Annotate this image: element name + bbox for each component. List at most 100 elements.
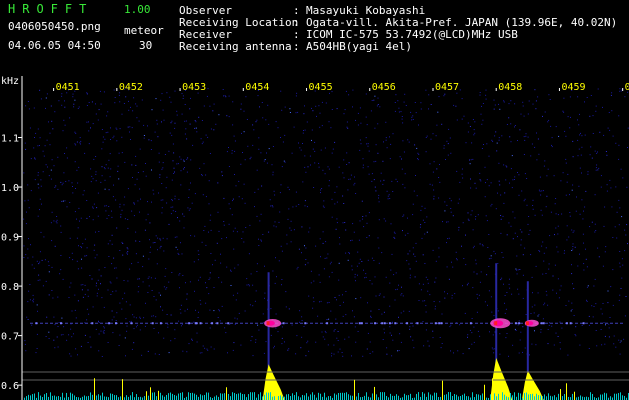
noise-speck (64, 100, 65, 102)
baseline-bar (34, 393, 35, 400)
noise-speck (321, 188, 323, 189)
noise-speck (450, 152, 452, 154)
noise-speck (141, 354, 143, 356)
baseline-bar (334, 393, 335, 400)
noise-speck (86, 319, 88, 321)
noise-speck (151, 315, 153, 317)
noise-speck (166, 176, 168, 178)
noise-speck (70, 328, 72, 330)
noise-speck (422, 283, 424, 285)
noise-speck (33, 267, 35, 269)
baseline-bar (74, 395, 75, 400)
noise-speck (319, 238, 321, 240)
baseline-bar (530, 394, 531, 400)
noise-speck (108, 206, 110, 207)
noise-speck (256, 271, 258, 272)
noise-speck (321, 101, 323, 103)
noise-speck (571, 229, 573, 231)
noise-speck (470, 159, 472, 161)
carrier-dot (542, 322, 545, 325)
noise-speck (430, 104, 432, 105)
noise-speck (456, 170, 458, 172)
baseline-bar (396, 394, 397, 400)
noise-speck (160, 245, 162, 247)
noise-speck (217, 317, 219, 318)
noise-speck (407, 217, 408, 219)
noise-speck (537, 292, 539, 294)
noise-speck (255, 339, 257, 341)
noise-speck (455, 105, 457, 107)
noise-speck (487, 247, 489, 248)
noise-speck (532, 208, 534, 210)
noise-speck (557, 214, 559, 216)
noise-speck (103, 332, 105, 334)
noise-speck (327, 166, 329, 168)
noise-speck (311, 139, 312, 141)
noise-speck (447, 293, 448, 295)
noise-speck (382, 339, 384, 340)
noise-speck (475, 218, 476, 220)
baseline-bar (100, 395, 101, 400)
baseline-bar (502, 392, 503, 400)
baseline-bar (88, 395, 89, 400)
noise-speck (514, 328, 516, 330)
noise-speck (571, 264, 572, 266)
noise-speck (198, 254, 200, 255)
noise-speck (589, 115, 591, 117)
baseline-bar (372, 393, 373, 400)
noise-speck (131, 164, 133, 166)
noise-speck (563, 97, 565, 99)
noise-speck (562, 172, 564, 174)
noise-speck (32, 256, 34, 258)
noise-speck (92, 178, 94, 180)
noise-speck (461, 173, 463, 175)
noise-speck (551, 144, 552, 146)
noise-speck (336, 299, 337, 301)
noise-speck (100, 275, 102, 277)
noise-speck (276, 276, 277, 278)
noise-speck (565, 135, 567, 137)
noise-speck (386, 190, 388, 192)
noise-speck (504, 295, 506, 296)
noise-speck (325, 102, 327, 104)
noise-speck (174, 236, 176, 238)
noise-speck (508, 117, 510, 119)
noise-speck (131, 348, 133, 350)
noise-speck (469, 159, 470, 161)
noise-speck (209, 219, 211, 221)
noise-speck (227, 352, 228, 354)
noise-speck (409, 268, 411, 270)
noise-speck (245, 227, 247, 228)
noise-speck (38, 263, 40, 265)
noise-speck (104, 267, 106, 268)
noise-speck (137, 278, 139, 280)
noise-speck (397, 100, 399, 102)
noise-speck (355, 280, 356, 282)
noise-speck (500, 194, 502, 196)
noise-speck (385, 220, 387, 222)
noise-speck (459, 181, 461, 183)
noise-speck (28, 290, 30, 292)
noise-speck (337, 351, 339, 353)
noise-speck (154, 131, 156, 133)
baseline-bar (320, 393, 321, 400)
noise-speck (559, 342, 561, 344)
noise-speck (161, 121, 162, 123)
noise-speck (496, 142, 498, 144)
noise-speck (495, 208, 497, 210)
noise-speck (281, 109, 283, 111)
noise-speck (620, 340, 622, 342)
noise-speck (174, 338, 176, 340)
noise-speck (439, 301, 441, 303)
noise-speck (162, 109, 164, 111)
baseline-bar (468, 396, 469, 400)
noise-speck (162, 199, 164, 201)
noise-speck (81, 258, 82, 260)
baseline-bar (248, 394, 249, 400)
noise-speck (433, 198, 435, 200)
noise-speck (26, 211, 27, 213)
noise-speck (31, 324, 33, 326)
noise-speck (600, 175, 602, 177)
noise-speck (37, 174, 39, 176)
noise-speck (196, 341, 198, 343)
